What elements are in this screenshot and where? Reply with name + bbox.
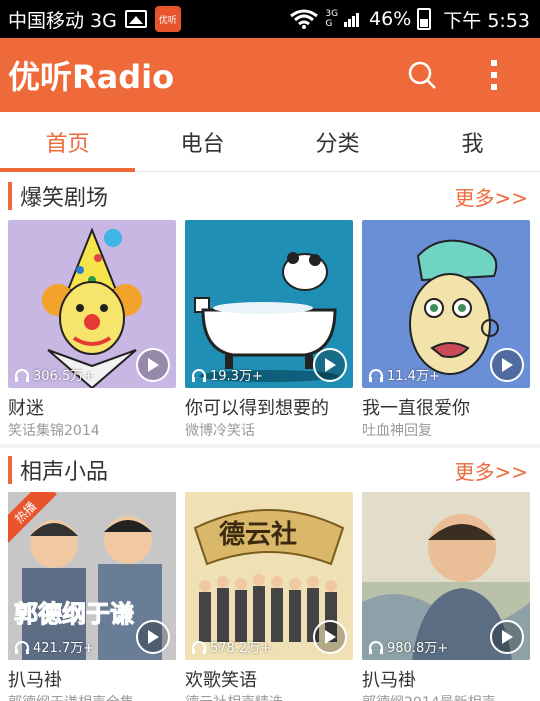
play-icon[interactable] [313, 620, 347, 654]
album-title: 扒马褂 [8, 670, 62, 690]
album-card[interactable]: 热播 郭德纲于谦 421.7万+ 扒马褂 郭德纲于谦相声全集 [8, 492, 176, 701]
battery-icon [417, 8, 432, 30]
album-card[interactable]: 19.3万+ 你可以得到想要的 微博冷笑话 [185, 220, 353, 440]
album-subtitle: 郭德纲于谦相声全集 [8, 692, 176, 701]
tab-me[interactable]: 我 [405, 112, 540, 171]
album-cover[interactable]: 热播 郭德纲于谦 421.7万+ [8, 492, 176, 660]
carrier-label: 中国移动 3G [8, 9, 117, 32]
headphones-icon [369, 640, 383, 654]
album-title: 欢歌笑语 [185, 670, 257, 690]
album-cover[interactable]: 980.8万+ [362, 492, 530, 660]
album-banner-text: 郭德纲于谦 [14, 600, 135, 629]
album-cover[interactable]: 19.3万+ [185, 220, 353, 388]
album-subtitle: 德云社相声精选 [185, 692, 353, 701]
play-icon[interactable] [490, 620, 524, 654]
album-card[interactable]: 980.8万+ 扒马褂 郭德纲2014最新相声 [362, 492, 530, 701]
network-type: 3G G [325, 9, 339, 29]
more-vertical-icon[interactable] [478, 59, 510, 91]
album-cover[interactable]: 11.4万+ [362, 220, 530, 388]
battery-percent: 46% [369, 8, 412, 30]
headphones-icon [192, 368, 206, 382]
headphones-icon [369, 368, 383, 382]
album-subtitle: 微博冷笑话 [185, 423, 255, 439]
play-count: 421.7万+ [14, 637, 94, 656]
play-icon[interactable] [313, 348, 347, 382]
image-icon [124, 10, 147, 28]
clock: 下午 5:53 [443, 9, 530, 32]
section-title: 相声小品 [20, 460, 109, 485]
search-icon[interactable] [406, 59, 438, 91]
app-header: 优听Radio [0, 38, 540, 112]
play-icon[interactable] [136, 348, 170, 382]
play-count: 980.8万+ [368, 637, 448, 656]
more-link[interactable]: 更多>> [454, 456, 528, 485]
tab-home[interactable]: 首页 [0, 112, 135, 172]
album-card[interactable]: 306.5万+ 财迷 笑话集锦2014 [8, 220, 176, 440]
album-cover[interactable]: 306.5万+ [8, 220, 176, 388]
app-notification-icon: 优听 [154, 6, 181, 32]
album-title: 财迷 [8, 398, 44, 418]
headphones-icon [15, 640, 29, 654]
section-marker [8, 456, 12, 484]
main-tabs: 首页 电台 分类 我 [0, 112, 540, 172]
album-title: 你可以得到想要的 [185, 398, 329, 418]
album-subtitle: 吐血神回复 [362, 423, 432, 439]
signal-icon [344, 11, 360, 27]
section-title: 爆笑剧场 [20, 186, 109, 211]
play-icon[interactable] [136, 620, 170, 654]
play-icon[interactable] [490, 348, 524, 382]
album-cover[interactable]: 德云社 578.2万+ [185, 492, 353, 660]
section-crosstalk: 相声小品 更多>> 热播 郭德纲于谦 421.7万+ 扒马褂 德云社 578.2… [0, 448, 540, 701]
status-bar: 中国移动 3G 优听 3G G 46% 下午 5:53 [0, 0, 540, 38]
wifi-icon [290, 9, 319, 29]
play-count: 19.3万+ [191, 365, 263, 384]
album-subtitle: 郭德纲2014最新相声 [362, 692, 530, 701]
more-link[interactable]: 更多>> [454, 182, 528, 211]
play-count: 578.2万+ [191, 637, 271, 656]
tab-radio[interactable]: 电台 [135, 112, 270, 171]
album-card[interactable]: 德云社 578.2万+ 欢歌笑语 德云社相声精选 [185, 492, 353, 701]
album-subtitle: 笑话集锦2014 [8, 423, 100, 439]
album-title: 扒马褂 [362, 670, 416, 690]
play-count: 11.4万+ [368, 365, 440, 384]
section-marker [8, 182, 12, 210]
headphones-icon [192, 640, 206, 654]
headphones-icon [15, 368, 29, 382]
play-count: 306.5万+ [14, 365, 94, 384]
album-title: 我一直很爱你 [362, 398, 470, 418]
album-banner-text: 德云社 [219, 520, 298, 550]
section-comedy-theater: 爆笑剧场 更多>> 306.5万+ 财迷 笑话集锦2014 19.3万+ 你可以… [0, 172, 540, 444]
app-logo: 优听Radio [8, 58, 175, 96]
tab-category[interactable]: 分类 [270, 112, 405, 171]
album-card[interactable]: 11.4万+ 我一直很爱你 吐血神回复 [362, 220, 530, 440]
